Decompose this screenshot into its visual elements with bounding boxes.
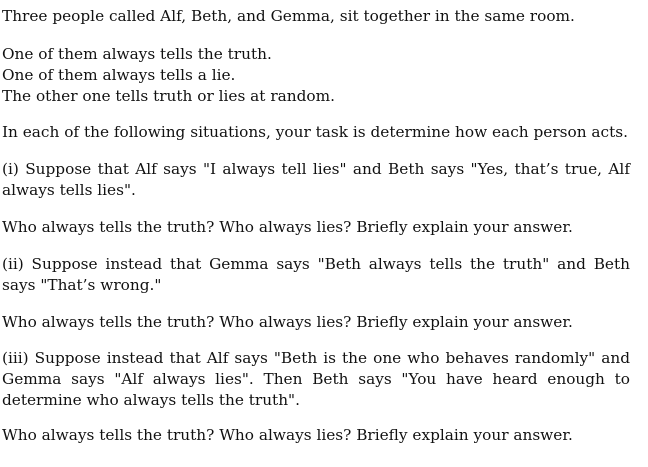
rule-random: The other one tells truth or lies at ran…	[2, 86, 335, 105]
part-iii-paragraph: (iii) Suppose instead that Alf says "Bet…	[2, 349, 630, 409]
question-i: Who always tells the truth? Who always l…	[2, 218, 573, 236]
question-ii: Who always tells the truth? Who always l…	[2, 313, 573, 331]
part-ii-paragraph: (ii) Suppose instead that Gemma says "Be…	[2, 255, 630, 294]
rule-liar: One of them always tells a lie.	[2, 65, 236, 84]
part-i-paragraph: (i) Suppose that Alf says "I always tell…	[2, 160, 630, 199]
rules-list: One of them always tells the truth. One …	[2, 44, 630, 106]
intro-paragraph: Three people called Alf, Beth, and Gemma…	[2, 7, 575, 25]
task-paragraph: In each of the following situations, you…	[2, 123, 628, 141]
question-iii: Who always tells the truth? Who always l…	[2, 426, 573, 444]
rule-truth-teller: One of them always tells the truth.	[2, 45, 272, 63]
